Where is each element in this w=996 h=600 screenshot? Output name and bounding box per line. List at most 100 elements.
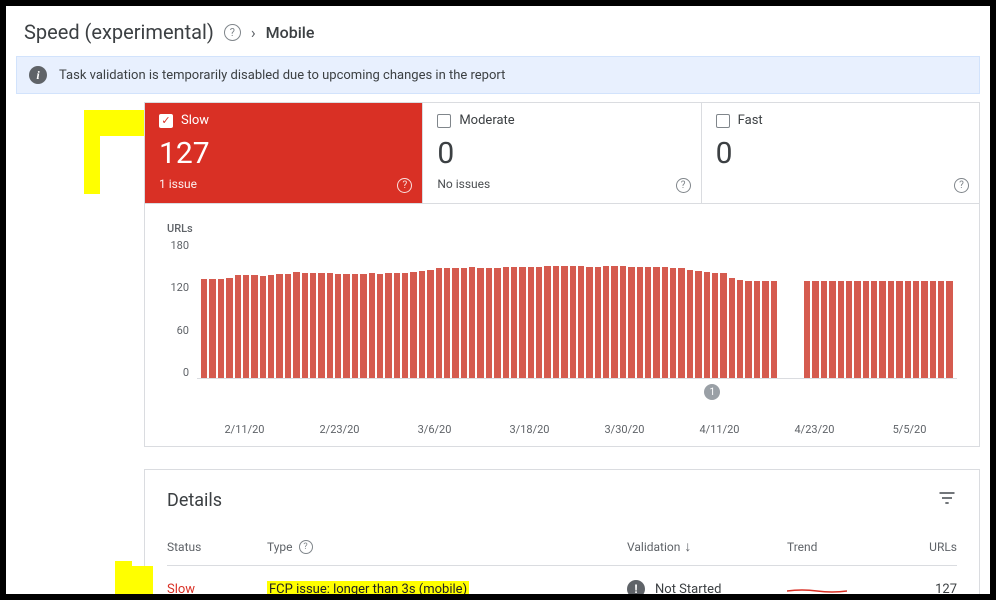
chart-bar[interactable] [595, 267, 601, 378]
chart-bar[interactable] [410, 272, 416, 378]
chart-bar[interactable] [871, 281, 877, 378]
chart-bar[interactable] [218, 279, 224, 378]
chart-bar[interactable] [695, 271, 701, 378]
table-row[interactable]: Slow FCP issue: longer than 3s (mobile) … [167, 565, 957, 600]
chart-bar[interactable] [528, 267, 534, 378]
chart-bar[interactable] [561, 266, 567, 378]
chart-bar[interactable] [737, 280, 743, 378]
chart-bar[interactable] [586, 267, 592, 378]
col-status[interactable]: Status [167, 540, 267, 554]
chart-bar[interactable] [854, 281, 860, 378]
chart-bar[interactable] [503, 267, 509, 378]
chart-bar[interactable] [704, 272, 710, 378]
chart-bar[interactable] [419, 271, 425, 378]
chart-bar[interactable] [251, 275, 257, 378]
chart-bar[interactable] [494, 268, 500, 378]
chart-bar[interactable] [863, 281, 869, 378]
chart-bar[interactable] [335, 274, 341, 378]
help-icon[interactable]: ? [676, 178, 691, 193]
chart-bar[interactable] [905, 281, 911, 378]
help-icon[interactable]: ? [224, 24, 241, 41]
help-icon[interactable]: ? [299, 540, 313, 554]
chart-bar[interactable] [637, 267, 643, 378]
chart-bar[interactable] [302, 273, 308, 378]
col-validation[interactable]: Validation ↓ [627, 538, 787, 555]
chart-bar[interactable] [444, 268, 450, 378]
chart-bar[interactable] [310, 273, 316, 378]
chart-bar[interactable] [745, 281, 751, 378]
chart-bar[interactable] [838, 281, 844, 378]
chart-bar[interactable] [578, 266, 584, 378]
chart-bar[interactable] [829, 281, 835, 378]
chart-bar[interactable] [771, 281, 777, 378]
col-trend[interactable]: Trend [787, 540, 907, 554]
chart-bar[interactable] [687, 270, 693, 378]
chart-bar[interactable] [611, 266, 617, 378]
chart-bar[interactable] [352, 274, 358, 378]
chart-plot[interactable]: 1 [197, 239, 957, 379]
chart-bar[interactable] [628, 267, 634, 378]
chart-bar[interactable] [913, 281, 919, 378]
chart-bar[interactable] [327, 273, 333, 378]
filter-icon[interactable] [937, 488, 957, 512]
chart-bar[interactable] [243, 275, 249, 378]
chart-bar[interactable] [930, 281, 936, 378]
chart-bar[interactable] [360, 274, 366, 378]
chart-bar[interactable] [570, 266, 576, 378]
col-type[interactable]: Type ? [267, 540, 627, 554]
chart-bar[interactable] [720, 273, 726, 378]
card-slow[interactable]: ✓ Slow 127 1 issue ? [145, 103, 423, 203]
card-moderate[interactable]: Moderate 0 No issues ? [423, 103, 701, 203]
chart-bar[interactable] [645, 267, 651, 378]
card-fast[interactable]: Fast 0 ? [702, 103, 979, 203]
chart-bar[interactable] [469, 267, 475, 378]
chart-event-marker[interactable]: 1 [704, 384, 720, 400]
chart-bar[interactable] [804, 281, 810, 378]
chart-bar[interactable] [260, 276, 266, 378]
chart-bar[interactable] [268, 275, 274, 378]
chart-bar[interactable] [226, 278, 232, 378]
chart-bar[interactable] [762, 281, 768, 378]
help-icon[interactable]: ? [397, 178, 412, 193]
chart-bar[interactable] [377, 274, 383, 378]
chart-bar[interactable] [394, 273, 400, 378]
chart-bar[interactable] [896, 281, 902, 378]
chart-bar[interactable] [544, 266, 550, 378]
chart-bar[interactable] [402, 273, 408, 378]
chart-bar[interactable] [427, 270, 433, 378]
chart-bar[interactable] [201, 279, 207, 378]
chart-bar[interactable] [888, 281, 894, 378]
chart-bar[interactable] [477, 268, 483, 378]
chart-bar[interactable] [436, 268, 442, 378]
chart-bar[interactable] [209, 279, 215, 378]
help-icon[interactable]: ? [954, 178, 969, 193]
chart-bar[interactable] [821, 281, 827, 378]
chart-bar[interactable] [285, 274, 291, 378]
chart-bar[interactable] [519, 267, 525, 378]
chart-bar[interactable] [603, 266, 609, 378]
chart-bar[interactable] [553, 266, 559, 378]
chart-bar[interactable] [729, 278, 735, 378]
chart-bar[interactable] [846, 281, 852, 378]
chart-bar[interactable] [754, 281, 760, 378]
chart-bar[interactable] [653, 267, 659, 378]
chart-bar[interactable] [946, 281, 952, 378]
chart-bar[interactable] [678, 268, 684, 378]
chart-bar[interactable] [343, 274, 349, 378]
chart-bar[interactable] [385, 273, 391, 378]
chart-bar[interactable] [921, 281, 927, 378]
chart-bar[interactable] [293, 272, 299, 378]
chart-bar[interactable] [486, 268, 492, 378]
chart-bar[interactable] [536, 267, 542, 378]
chart-bar[interactable] [879, 281, 885, 378]
chart-bar[interactable] [369, 273, 375, 378]
chart-bar[interactable] [662, 267, 668, 378]
chart-bar[interactable] [461, 268, 467, 378]
chart-bar[interactable] [511, 267, 517, 378]
chart-bar[interactable] [318, 273, 324, 378]
chart-bar[interactable] [276, 274, 282, 378]
col-urls[interactable]: URLs [907, 540, 957, 554]
chart-bar[interactable] [938, 281, 944, 378]
chart-bar[interactable] [235, 275, 241, 378]
chart-bar[interactable] [812, 281, 818, 378]
